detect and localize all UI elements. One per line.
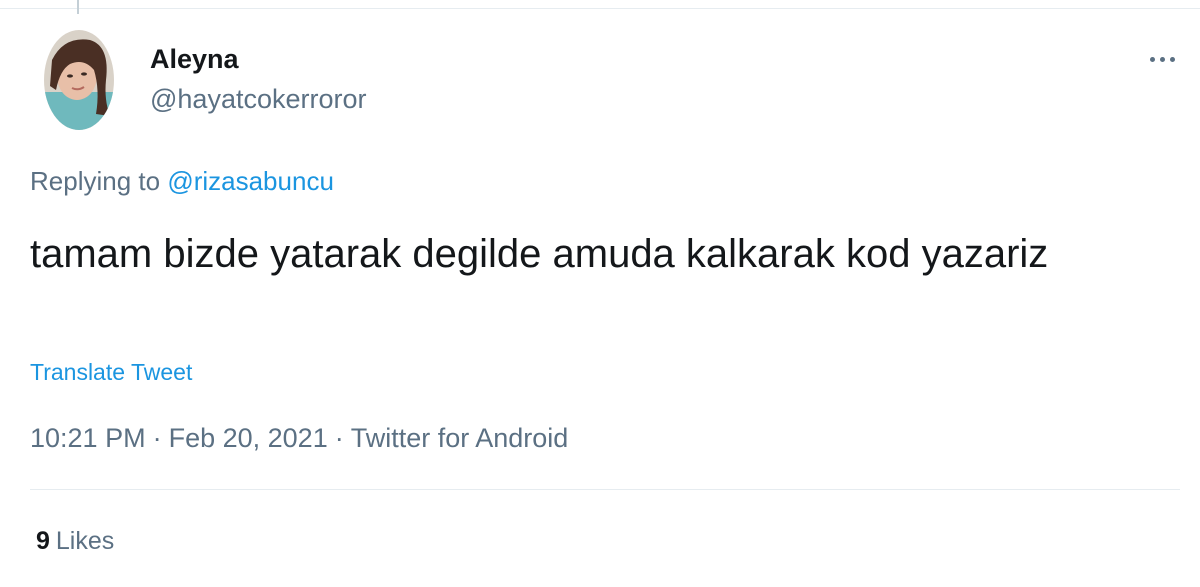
likes-stat[interactable]: 9 Likes: [36, 527, 114, 556]
more-options-button[interactable]: [1140, 44, 1184, 74]
tweet-metadata: 10:21 PM · Feb 20, 2021 · Twitter for Androi…: [30, 423, 568, 454]
more-options-icon: [1149, 56, 1175, 62]
tweet-date[interactable]: Feb 20, 2021: [169, 423, 328, 453]
meta-separator: ·: [334, 423, 344, 453]
replying-to: Replying to @rizasabuncu: [30, 166, 334, 197]
thread-connector-line: [77, 0, 79, 14]
author-handle[interactable]: @hayatcokerroror: [150, 84, 367, 115]
profile-photo: [44, 30, 114, 130]
translate-tweet-link[interactable]: Translate Tweet: [30, 359, 192, 386]
tweet-source-link[interactable]: Twitter for Android: [351, 423, 569, 453]
replying-to-mention-link[interactable]: @rizasabuncu: [167, 166, 334, 196]
tweet-time[interactable]: 10:21 PM: [30, 423, 146, 453]
likes-label: Likes: [55, 527, 115, 555]
tweet-text: tamam bizde yatarak degilde amuda kalkar…: [30, 232, 1049, 276]
likes-count: 9: [36, 527, 50, 555]
avatar[interactable]: [44, 30, 114, 130]
stats-divider: [30, 489, 1180, 490]
replying-to-prefix: Replying to: [30, 166, 161, 196]
top-divider: [0, 8, 1200, 9]
meta-separator: ·: [152, 423, 162, 453]
author-display-name[interactable]: Aleyna: [150, 44, 239, 75]
